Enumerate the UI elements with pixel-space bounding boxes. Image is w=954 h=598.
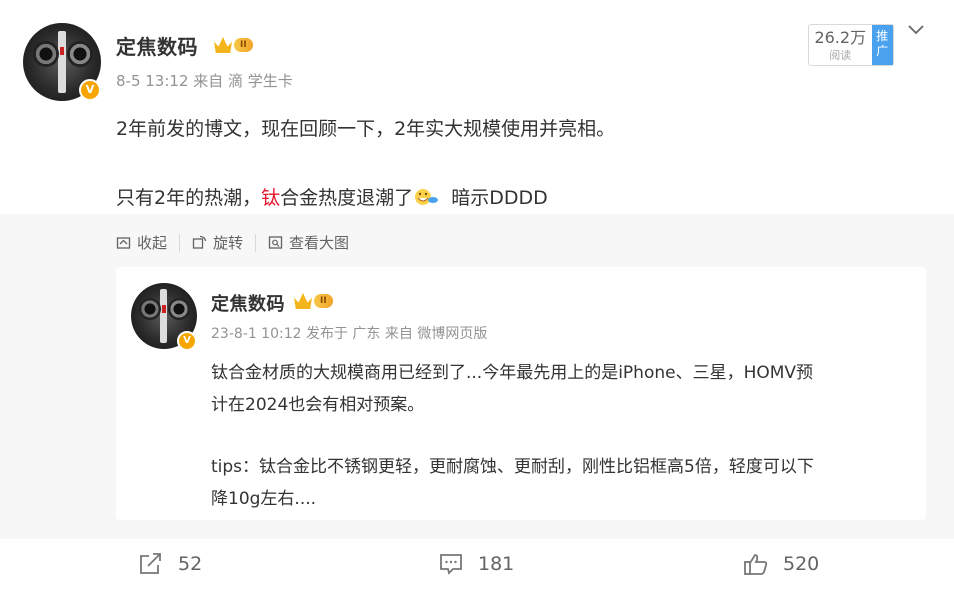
media-actions: 收起 旋转 查看大图 — [116, 232, 349, 253]
view-large-button[interactable]: 查看大图 — [268, 232, 349, 253]
repost-text-line4: 降10g左右.... — [211, 489, 317, 509]
share-icon — [140, 553, 161, 574]
repost-vip-crown-icon[interactable]: II — [294, 290, 333, 312]
zoom-icon — [268, 236, 283, 249]
repost-author-name[interactable]: 定焦数码 — [211, 290, 285, 316]
comment-button[interactable]: 181 — [438, 552, 514, 576]
read-count: 26.2万 — [814, 28, 867, 47]
chevron-down-icon[interactable] — [906, 20, 926, 40]
like-count: 520 — [783, 553, 820, 575]
share-button[interactable]: 52 — [138, 552, 202, 576]
post-text-line1: 2年前发的博文，现在回顾一下，2年实大规模使用并亮相。 — [116, 118, 616, 140]
weibo-post-card: V 定焦数码 II 8-5 13:12 来自 滴 学生卡 26.2万 阅读 推广… — [0, 0, 954, 598]
rotate-icon — [192, 235, 207, 249]
author-name[interactable]: 定焦数码 — [116, 31, 198, 60]
repost-verified-badge-icon: V — [177, 331, 197, 351]
repost-text-line1: 钛合金材质的大规模商用已经到了...今年最先用上的是iPhone、三星，HOMV… — [211, 363, 814, 383]
thumbs-up-icon — [744, 554, 768, 575]
laughing-emoji-icon — [415, 189, 439, 205]
repost-meta[interactable]: 23-8-1 10:12 发布于 广东 来自 微博网页版 — [211, 323, 487, 343]
read-count-box[interactable]: 26.2万 阅读 推广 — [808, 24, 894, 66]
post-meta[interactable]: 8-5 13:12 来自 滴 学生卡 — [116, 70, 293, 91]
read-label: 阅读 — [829, 49, 852, 62]
promote-button[interactable]: 推广 — [871, 25, 893, 65]
repost-text-line2: 计在2024也会有相对预案。 — [211, 395, 425, 415]
collapse-button[interactable]: 收起 — [116, 232, 167, 253]
post-text-line2: 只有2年的热潮，钛合金热度退潮了 暗示DDDD — [116, 187, 548, 209]
rotate-button[interactable]: 旋转 — [192, 232, 243, 253]
highlight-text: 钛 — [261, 187, 281, 209]
repost-text-line3: tips：钛合金比不锈钢更轻，更耐腐蚀、更耐刮，刚性比铝框高5倍，轻度可以下 — [211, 457, 814, 477]
collapse-icon — [116, 237, 131, 249]
like-button[interactable]: 520 — [743, 552, 819, 576]
comment-icon — [440, 554, 462, 575]
verified-badge-icon: V — [79, 79, 101, 101]
vip-crown-icon[interactable]: II — [214, 34, 253, 56]
share-count: 52 — [178, 553, 203, 575]
comment-count: 181 — [478, 553, 515, 575]
